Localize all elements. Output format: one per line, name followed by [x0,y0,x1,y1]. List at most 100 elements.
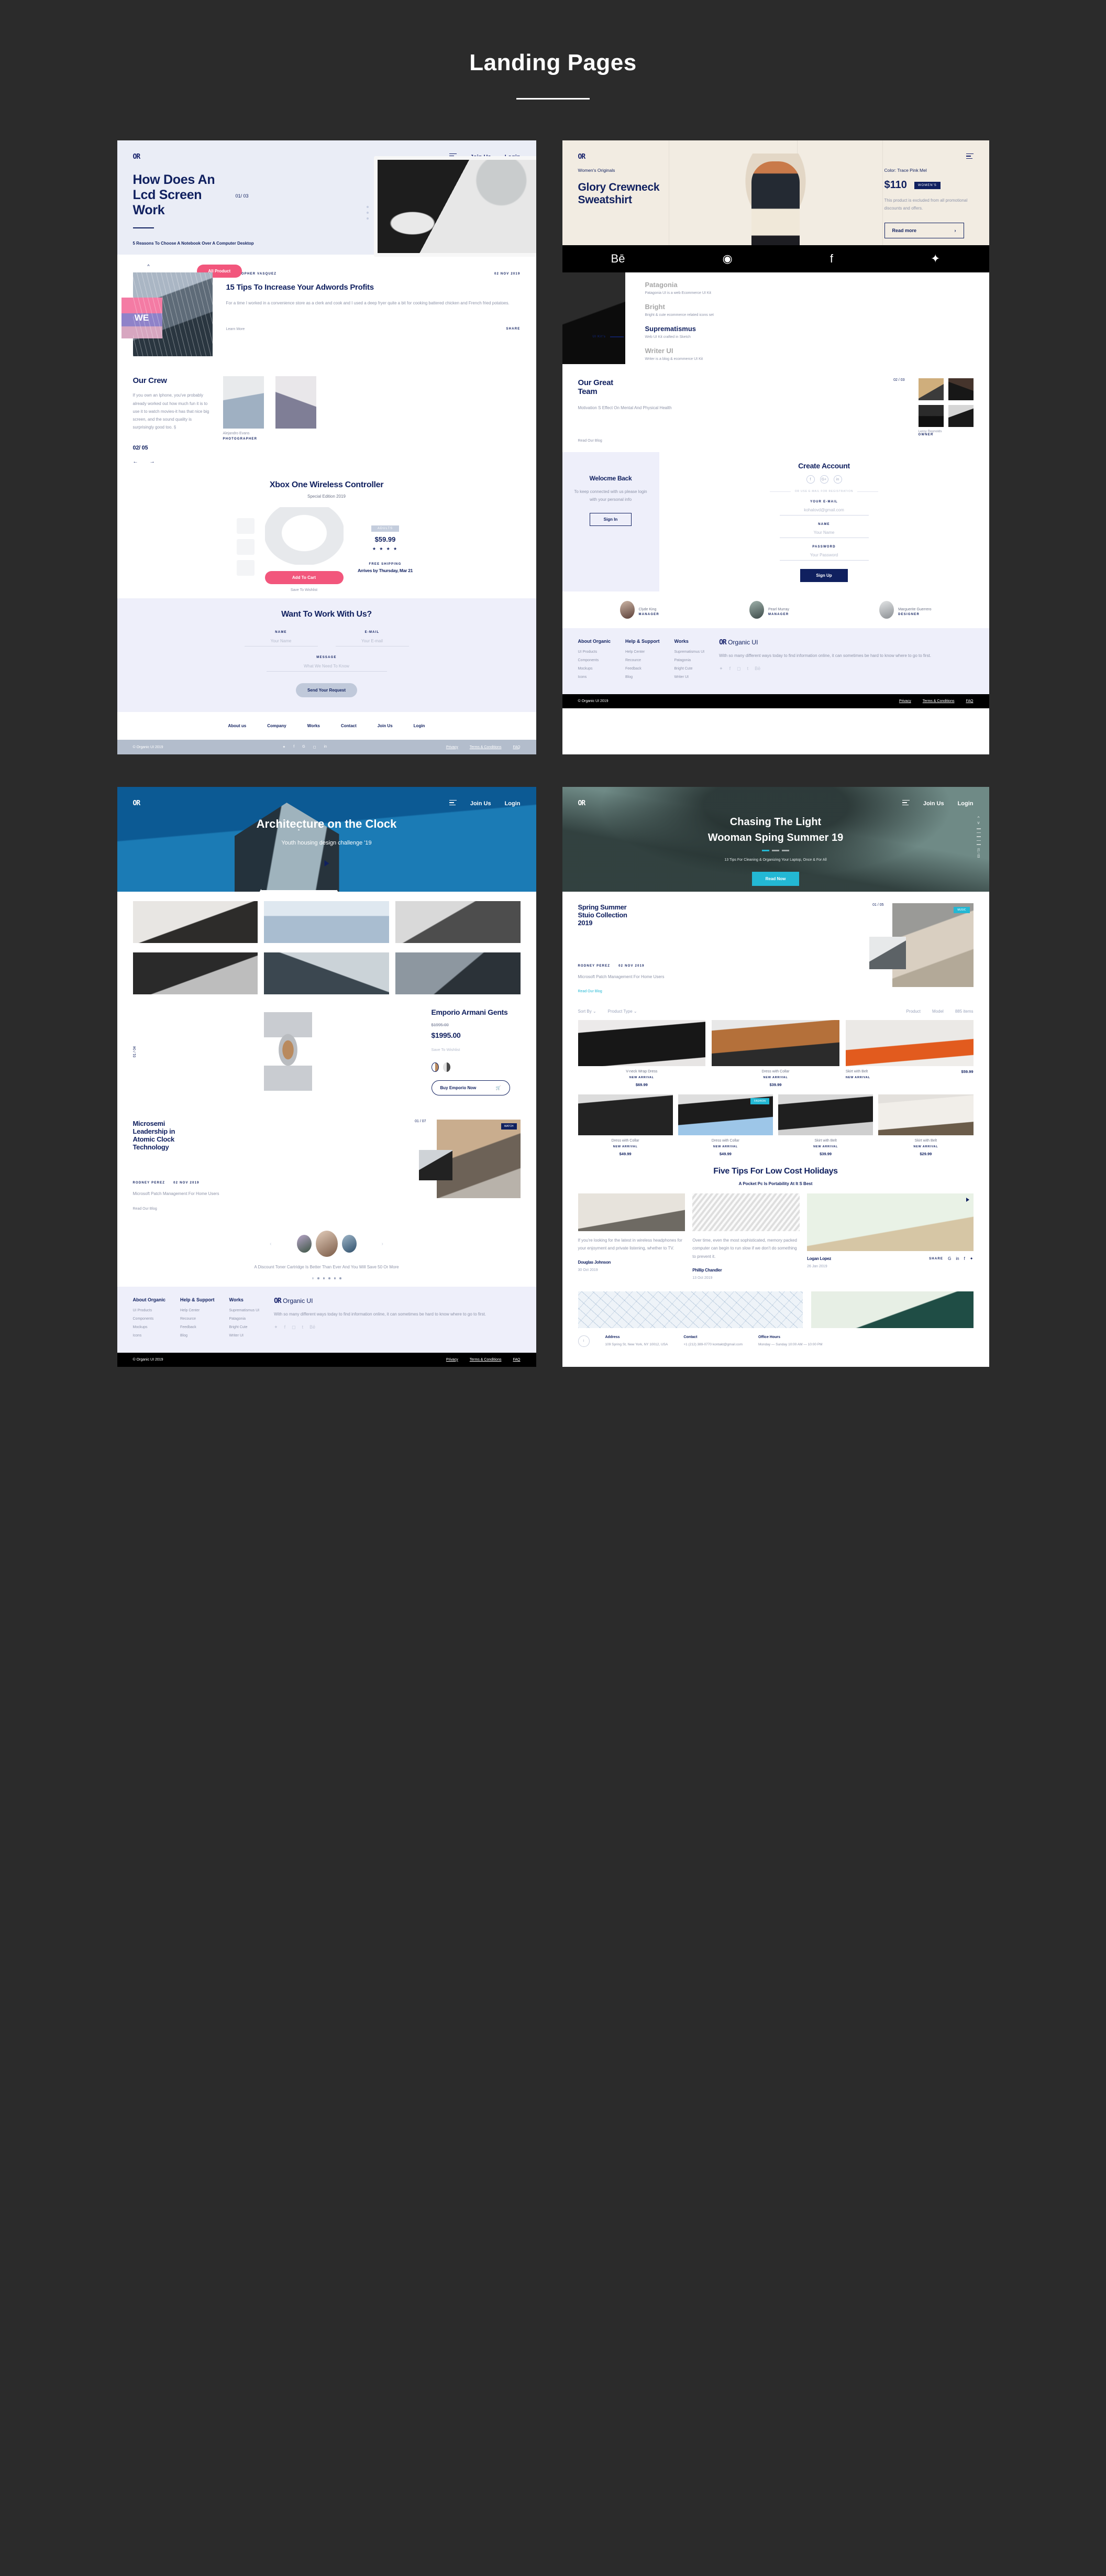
twitter-icon[interactable]: ✦ [931,252,940,266]
p1-email-input[interactable]: Your E-mail [335,639,409,647]
hamburger-icon[interactable] [449,799,457,807]
p4-scroll-indicator[interactable]: ^ v 01 / 03 [976,816,981,858]
p1-footer-company[interactable]: Company [267,724,286,728]
p2-sign-in-button[interactable]: Sign In [589,513,632,527]
p3-carousel-dots[interactable] [117,1277,536,1279]
p1-privacy-link[interactable]: Privacy [446,746,458,749]
p4-sort-by-select[interactable]: Sort By ⌄ [578,1009,596,1014]
p3-privacy-link[interactable]: Privacy [446,1358,458,1362]
p1-hero-dots[interactable] [366,206,369,223]
p2-team-blog-link[interactable]: Read Our Blog [578,439,905,443]
behance-icon[interactable]: Bē [611,252,625,266]
p1-footer-login[interactable]: Login [414,724,425,728]
p2-footer-link[interactable]: Recource [625,659,660,662]
p2-footer-link[interactable]: Help Center [625,650,660,654]
p1-footer-contact[interactable]: Contact [341,724,357,728]
p3-watch-wishlist[interactable]: Save To Wishlist [432,1047,521,1052]
play-icon[interactable] [966,1198,969,1202]
p4-col-model[interactable]: Model [932,1009,944,1014]
p3-faq-link[interactable]: FAQ [513,1358,520,1362]
facebook-icon[interactable]: f [806,475,815,484]
p3-terms-link[interactable]: Terms & Conditions [470,1358,502,1362]
twitter-icon[interactable]: ✦ [719,666,723,672]
p3-footer-link[interactable]: Mockups [133,1325,166,1329]
p3-footer-link[interactable]: Recource [180,1317,215,1321]
facebook-icon[interactable]: f [830,252,833,266]
google-plus-icon[interactable]: G+ [820,475,828,484]
nav-link-join-us[interactable]: Join Us [923,801,944,807]
p3-footer-link[interactable]: Feedback [180,1325,215,1329]
p3-tile[interactable] [395,901,521,944]
p1-article-share[interactable]: SHARE [506,327,520,331]
p1-name-input[interactable]: Your Name [244,639,318,647]
logo[interactable]: OR [578,799,586,807]
p4-col-product[interactable]: Product [906,1009,921,1014]
instagram-icon[interactable]: ◻ [737,666,740,672]
p2-kit-item[interactable]: Patagonia Patagonia UI is a web Ecommerc… [645,281,989,295]
p4-product-card[interactable]: FASHION Dress with Collar NEW ARRIVAL $4… [678,1094,773,1156]
p4-slider-bars[interactable] [762,850,789,851]
p2-footer-link[interactable]: Bright Cute [674,667,705,671]
p3-buy-button[interactable]: Buy Emporio Now 🛒 [431,1080,510,1095]
map-widget[interactable] [578,1291,803,1328]
p2-footer-link[interactable]: Icons [578,675,611,679]
p1-crew-prev-arrow[interactable]: ← [133,459,138,465]
google-plus-icon[interactable]: G [302,745,305,749]
p4-product-card[interactable]: Skirt with Belt NEW ARRIVAL $59.99 [845,1020,974,1087]
p1-crew-next-arrow[interactable]: → [150,459,155,465]
p3-tile[interactable] [132,952,258,995]
tumblr-icon[interactable]: t [302,1324,304,1330]
nav-link-join-us[interactable]: Join Us [470,801,491,807]
play-icon[interactable] [324,860,329,867]
p3-tile[interactable] [264,901,389,944]
p3-tile[interactable] [395,952,521,995]
p4-product-card[interactable]: Skirt with Belt NEW ARRIVAL $39.99 [778,1094,873,1156]
p4-product-card[interactable]: Dress with Collar NEW ARRIVAL $49.99 [578,1094,673,1156]
p4-spring-link[interactable]: Read Our Blog [578,990,884,993]
nav-link-login[interactable]: Login [505,801,521,807]
p3-article-link[interactable]: Read Our Blog [133,1207,426,1211]
logo[interactable]: OR [133,153,141,161]
p3-footer-link[interactable]: UI Products [133,1309,166,1312]
p2-footer-link[interactable]: Feedback [625,667,660,671]
p2-kit-item-active[interactable]: Suprematismus Web UI Kit crafted in Sket… [645,325,989,339]
p2-footer-link[interactable]: Writer UI [674,675,705,679]
p4-product-card[interactable]: V-neck Wrap Dress NEW ARRIVAL $69.99 [578,1020,706,1087]
nav-link-login[interactable]: Login [958,801,974,807]
p4-tip-card[interactable]: Over time, even the most sophisticated, … [692,1193,800,1280]
p3-footer-link[interactable]: Blog [180,1334,215,1338]
p3-footer-link[interactable]: Patagonia [229,1317,260,1321]
p2-footer-link[interactable]: Mockups [578,667,611,671]
p3-tile[interactable] [132,901,258,944]
p4-product-card[interactable]: Skirt with Belt NEW ARRIVAL $29.99 [878,1094,974,1156]
google-plus-icon[interactable]: G [948,1256,951,1261]
p1-article-learn-more[interactable]: Learn More [226,327,245,331]
p2-footer-link[interactable]: UI Products [578,650,611,654]
p1-footer-about[interactable]: About us [228,724,247,728]
p3-footer-link[interactable]: Icons [133,1334,166,1338]
facebook-icon[interactable]: f [284,1324,286,1330]
p1-footer-join[interactable]: Join Us [378,724,393,728]
p2-footer-link[interactable]: Components [578,659,611,662]
p3-prev-arrow[interactable]: ‹ [270,1241,271,1247]
hamburger-icon[interactable] [902,799,910,807]
p3-footer-link[interactable]: Suprematismus UI [229,1309,260,1312]
p2-email-input[interactable]: kohalovd@gmail.com [779,508,869,516]
behance-icon[interactable]: Bē [309,1324,315,1330]
p2-password-input[interactable]: Your Password [779,553,869,561]
p4-product-type-select[interactable]: Product Type ⌄ [608,1009,637,1014]
linkedin-icon[interactable]: in [324,745,327,749]
p1-message-input[interactable]: What We Need To Know [266,664,387,672]
behance-icon[interactable]: Bē [755,666,760,672]
p3-color-swatch-beige[interactable] [431,1062,439,1072]
p1-faq-link[interactable]: FAQ [513,746,520,749]
p3-footer-link[interactable]: Components [133,1317,166,1321]
p2-faq-link[interactable]: FAQ [966,699,973,703]
p2-kit-item[interactable]: Bright Bright & cute ecommerce related i… [645,303,989,317]
p3-tile[interactable] [264,952,389,995]
p2-sign-up-button[interactable]: Sign Up [800,569,848,583]
twitter-icon[interactable]: ✦ [282,745,285,749]
p1-submit-button[interactable]: Send Your Request [295,683,358,698]
p2-terms-link[interactable]: Terms & Conditions [923,699,955,703]
twitter-icon[interactable]: ✦ [274,1324,278,1330]
